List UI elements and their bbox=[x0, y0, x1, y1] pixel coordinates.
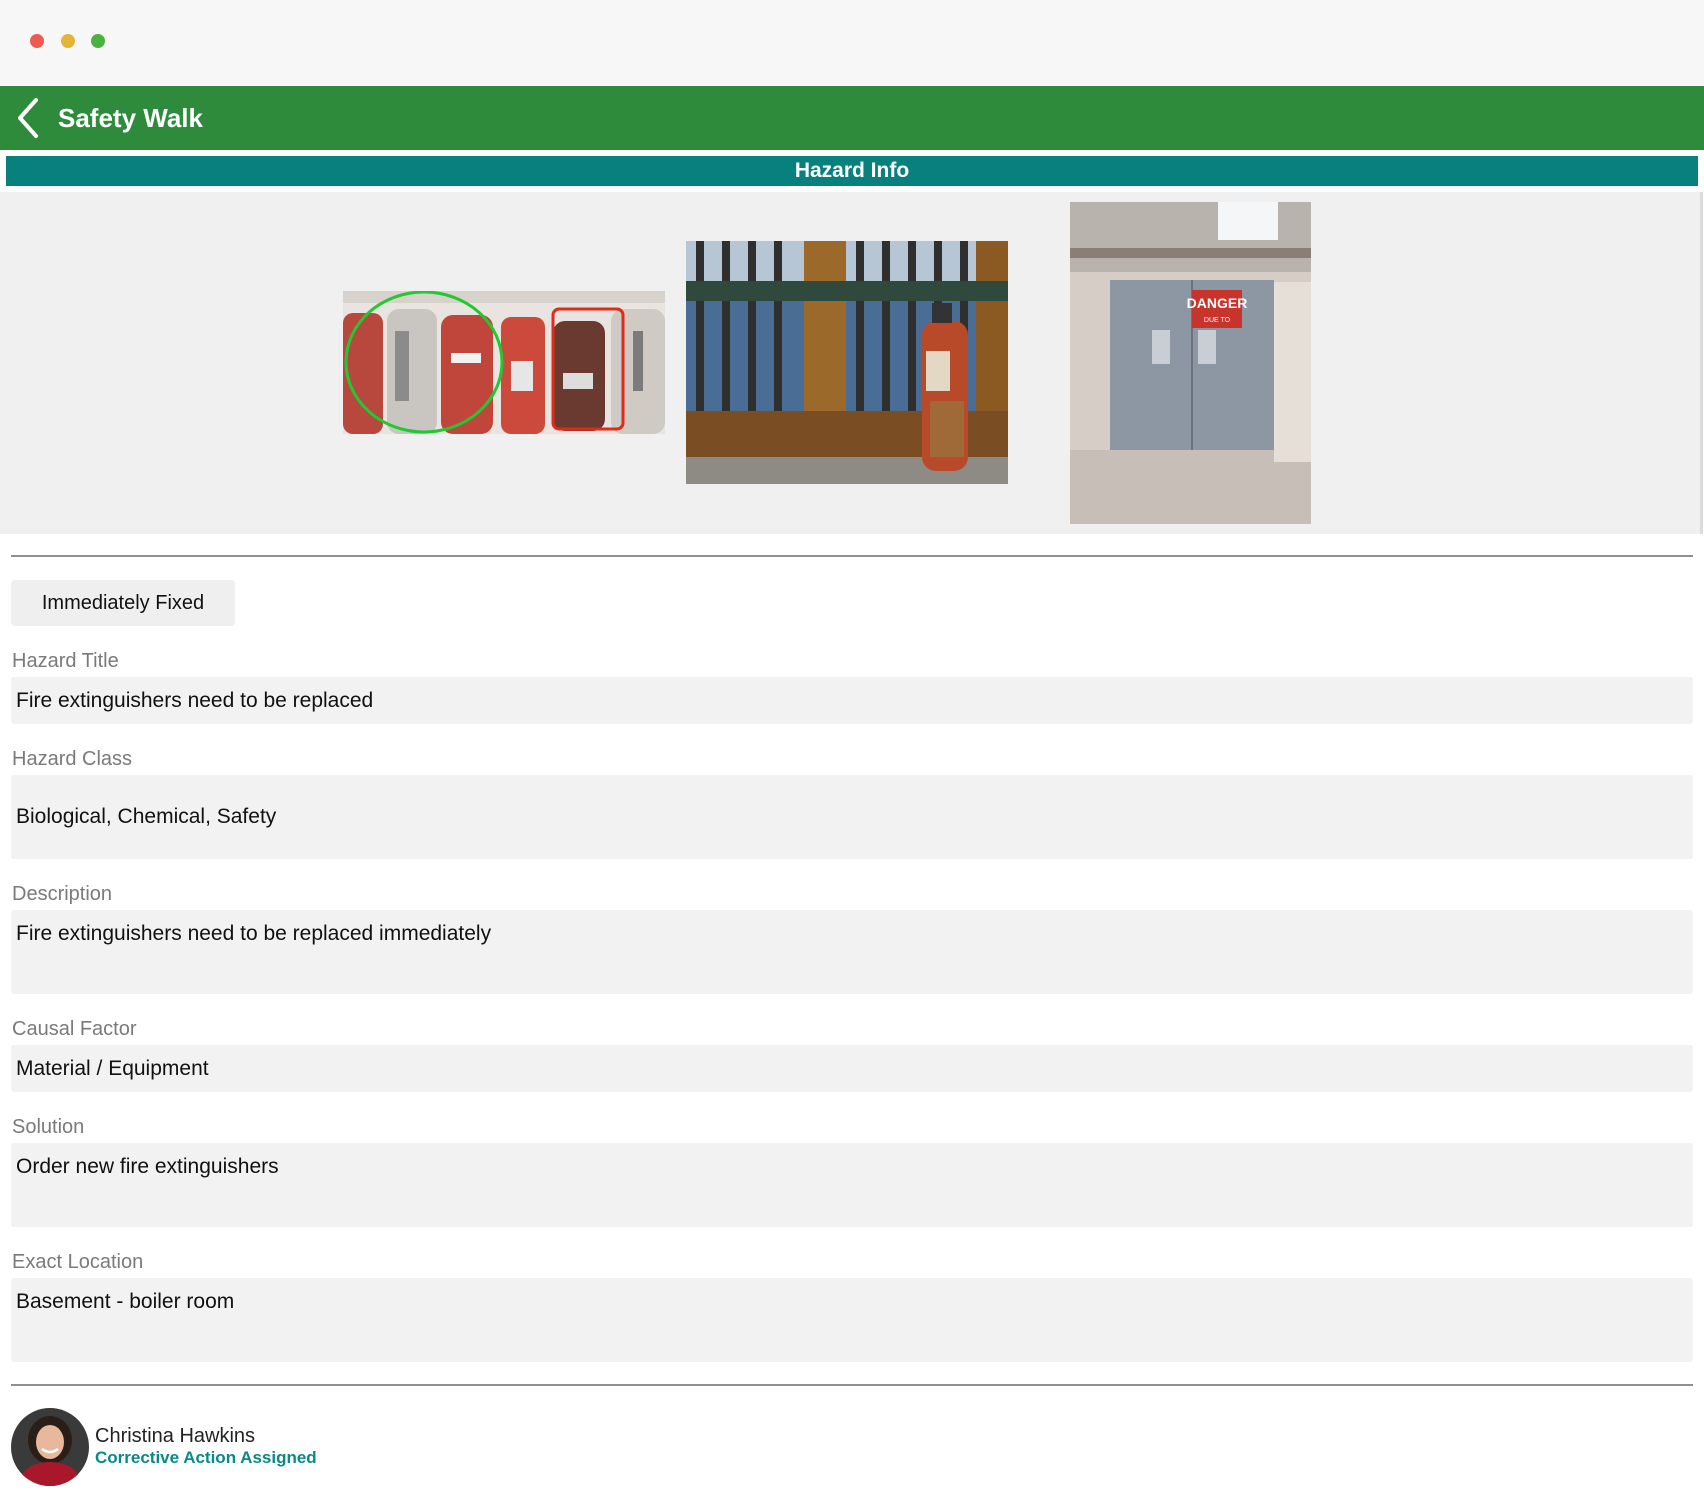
divider-bottom bbox=[11, 1384, 1693, 1386]
solution-label: Solution bbox=[12, 1116, 85, 1138]
hazard-title-field[interactable]: Fire extinguishers need to be replaced bbox=[11, 677, 1693, 724]
minimize-window-button[interactable] bbox=[61, 34, 75, 48]
hazard-photo-3[interactable]: DANGER DUE TO bbox=[1070, 202, 1311, 524]
chevron-left-icon bbox=[18, 98, 38, 138]
hazard-title-label: Hazard Title bbox=[12, 650, 119, 672]
window-titlebar bbox=[0, 0, 1704, 86]
exact-location-field[interactable]: Basement - boiler room bbox=[11, 1278, 1693, 1362]
solution-field[interactable]: Order new fire extinguishers bbox=[11, 1143, 1693, 1227]
section-header: Hazard Info bbox=[6, 156, 1698, 186]
divider-top bbox=[11, 555, 1693, 557]
assignee-row[interactable]: Christina Hawkins Corrective Action Assi… bbox=[11, 1408, 317, 1486]
avatar bbox=[11, 1408, 89, 1486]
photo-gallery: DANGER DUE TO bbox=[0, 192, 1703, 534]
causal-factor-field[interactable]: Material / Equipment bbox=[11, 1045, 1693, 1092]
hazard-class-label: Hazard Class bbox=[12, 748, 133, 770]
page-title: Safety Walk bbox=[58, 102, 203, 133]
causal-factor-label: Causal Factor bbox=[12, 1018, 137, 1040]
assignee-name: Christina Hawkins bbox=[95, 1425, 256, 1447]
immediately-fixed-toggle[interactable]: Immediately Fixed bbox=[11, 580, 235, 626]
exact-location-label: Exact Location bbox=[12, 1251, 144, 1273]
hazard-photo-1[interactable] bbox=[343, 291, 665, 434]
close-window-button[interactable] bbox=[30, 34, 44, 48]
assignee-status: Corrective Action Assigned bbox=[95, 1448, 317, 1467]
maximize-window-button[interactable] bbox=[91, 34, 105, 48]
danger-sign-text: DANGER bbox=[1187, 295, 1248, 311]
app-header: Safety Walk bbox=[0, 86, 1704, 150]
danger-sign-subtext: DUE TO bbox=[1204, 317, 1231, 324]
hazard-photo-2[interactable] bbox=[686, 241, 1008, 484]
hazard-class-field[interactable]: Biological, Chemical, Safety bbox=[11, 775, 1693, 859]
back-button[interactable] bbox=[4, 86, 52, 150]
description-label: Description bbox=[12, 883, 113, 905]
description-field[interactable]: Fire extinguishers need to be replaced i… bbox=[11, 910, 1693, 994]
